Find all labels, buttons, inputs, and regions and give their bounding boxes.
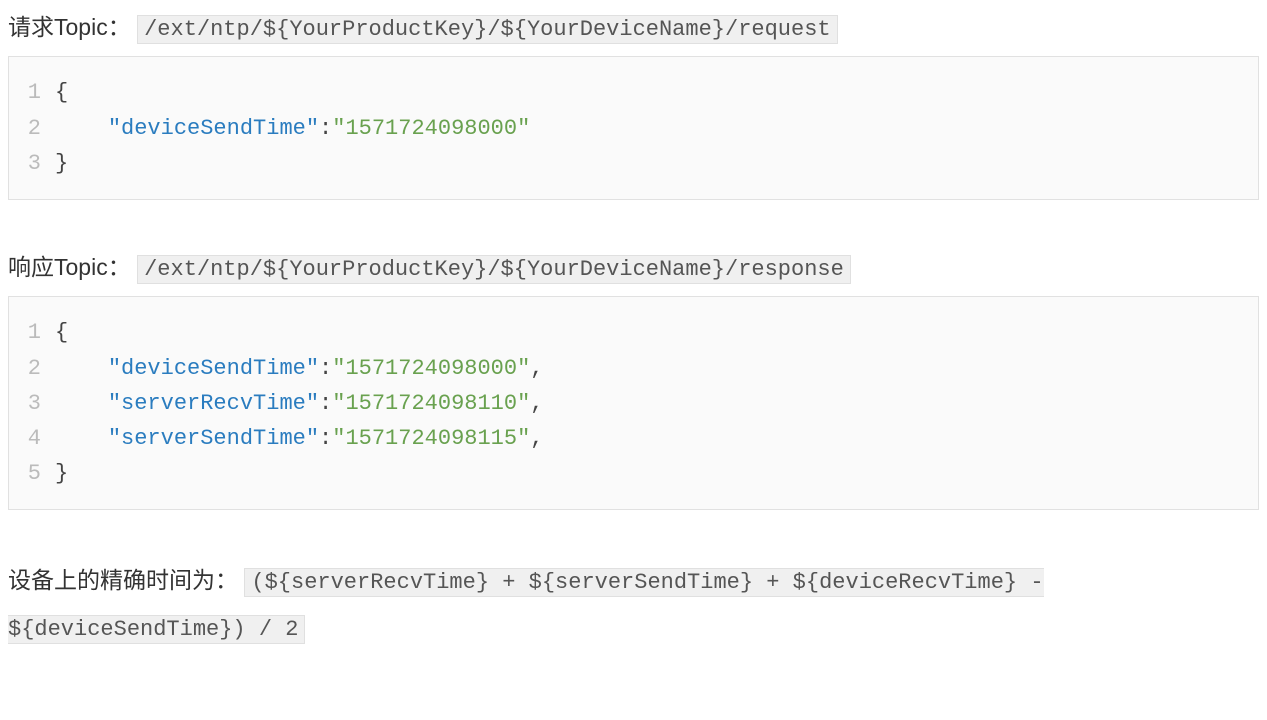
code-content: "serverRecvTime":"1571724098110", [55,386,544,421]
request-topic-line: 请求Topic： /ext/ntp/${YourProductKey}/${Yo… [8,8,1259,48]
code-line: 2 "deviceSendTime":"1571724098000" [23,111,1244,146]
request-code-block: 1 { 2 "deviceSendTime":"1571724098000" 3… [8,56,1259,200]
code-content: } [55,146,68,181]
code-line: 1 { [23,75,1244,110]
line-number: 2 [23,351,55,386]
response-topic-line: 响应Topic： /ext/ntp/${YourProductKey}/${Yo… [8,248,1259,288]
formula-label: 设备上的精确时间为： [8,567,238,593]
formula-paragraph: 设备上的精确时间为： (${serverRecvTime} + ${server… [8,558,1259,652]
line-number: 3 [23,146,55,181]
code-line: 2 "deviceSendTime":"1571724098000", [23,351,1244,386]
code-line: 1 { [23,315,1244,350]
response-topic-label: 响应Topic： [8,254,131,280]
code-content: "deviceSendTime":"1571724098000" [55,111,530,146]
code-content: "deviceSendTime":"1571724098000", [55,351,544,386]
line-number: 3 [23,386,55,421]
code-content: } [55,456,68,491]
line-number: 1 [23,75,55,110]
request-topic-code: /ext/ntp/${YourProductKey}/${YourDeviceN… [137,15,838,44]
line-number: 2 [23,111,55,146]
code-line: 3 } [23,146,1244,181]
request-topic-label: 请求Topic： [8,14,131,40]
code-content: { [55,75,68,110]
code-content: { [55,315,68,350]
response-topic-code: /ext/ntp/${YourProductKey}/${YourDeviceN… [137,255,851,284]
response-code-block: 1 { 2 "deviceSendTime":"1571724098000", … [8,296,1259,510]
code-content: "serverSendTime":"1571724098115", [55,421,544,456]
line-number: 1 [23,315,55,350]
line-number: 4 [23,421,55,456]
line-number: 5 [23,456,55,491]
code-line: 5 } [23,456,1244,491]
code-line: 3 "serverRecvTime":"1571724098110", [23,386,1244,421]
code-line: 4 "serverSendTime":"1571724098115", [23,421,1244,456]
